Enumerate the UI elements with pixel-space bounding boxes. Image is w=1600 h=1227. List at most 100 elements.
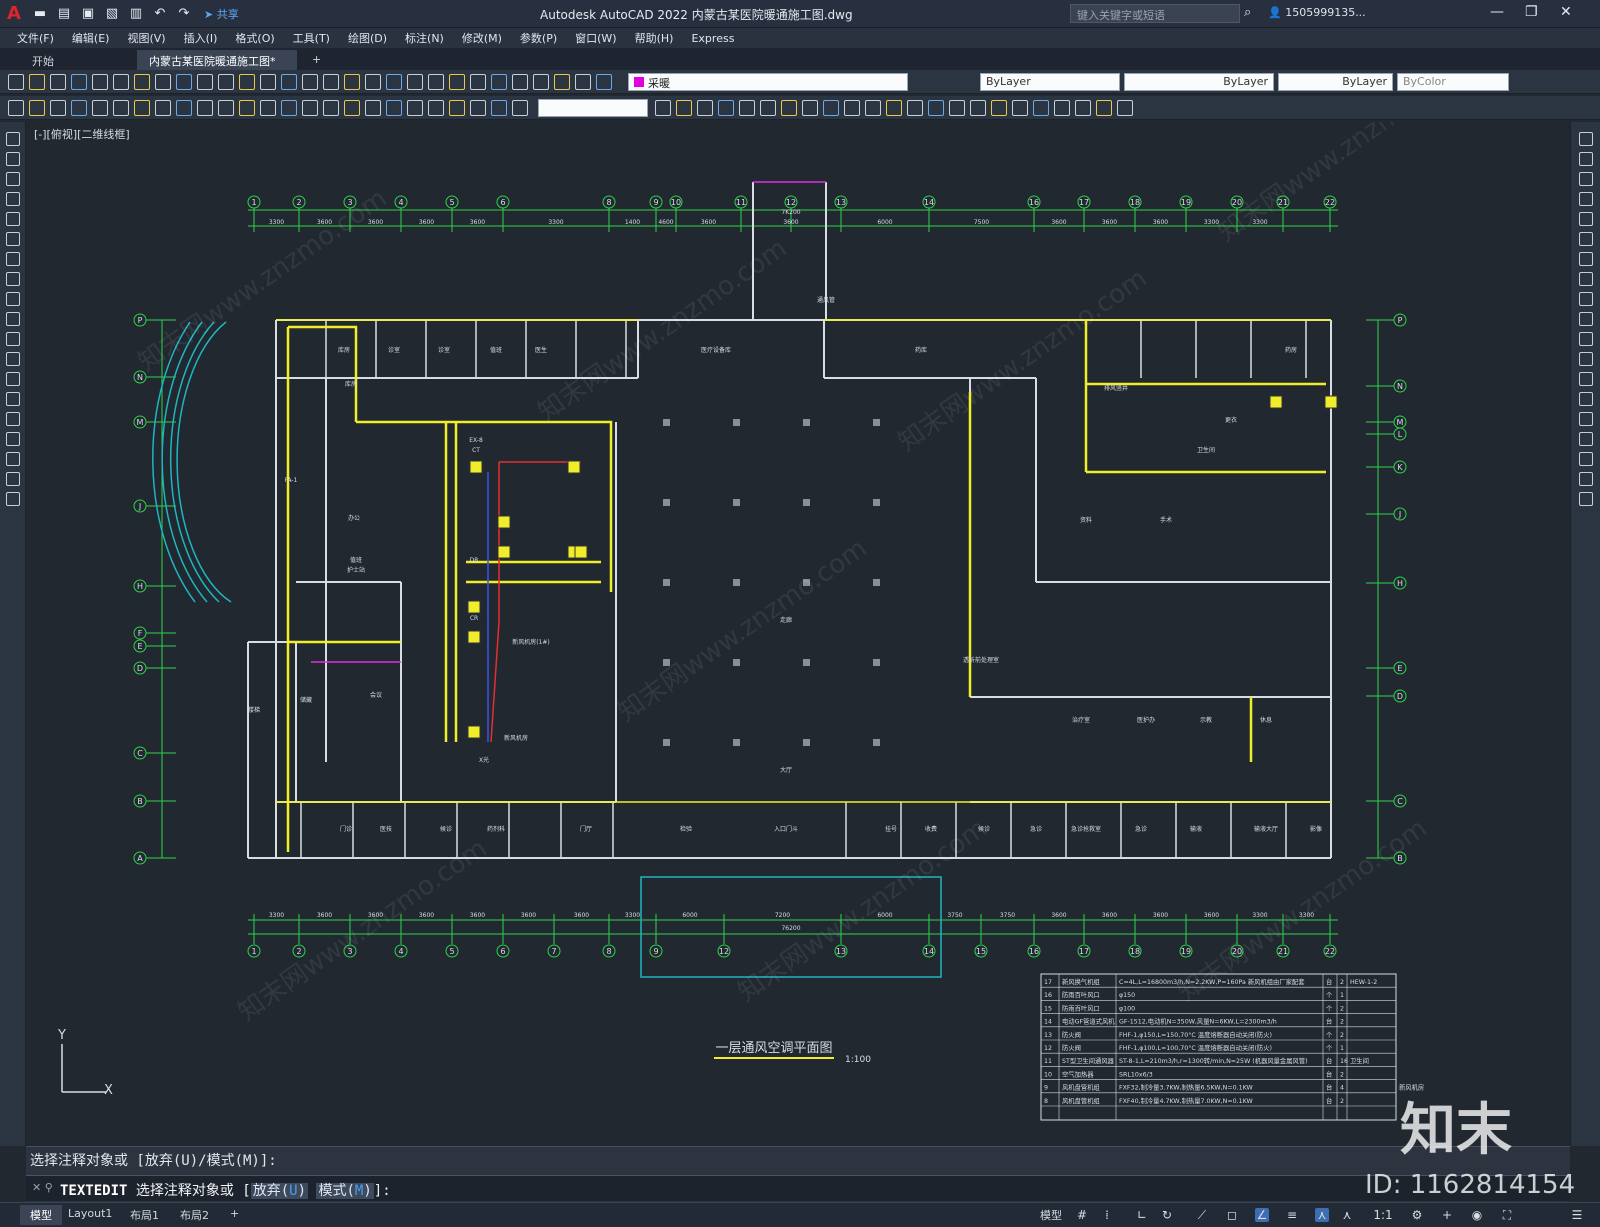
tb2-tool-icon-17[interactable]: [365, 100, 381, 116]
tb2-tool-icon-30[interactable]: [760, 100, 776, 116]
tb2-tool-icon-0[interactable]: [8, 100, 24, 116]
tb2-tool-icon-47[interactable]: [1117, 100, 1133, 116]
leftbar-icon-10[interactable]: [6, 332, 20, 346]
ortho-icon[interactable]: ∟: [1135, 1208, 1149, 1222]
leftbar-icon-3[interactable]: [6, 192, 20, 206]
user-account[interactable]: 👤 1505999135...: [1268, 6, 1366, 19]
tb2-tool-icon-33[interactable]: [823, 100, 839, 116]
tb2-tool-icon-45[interactable]: [1075, 100, 1091, 116]
menu-item-11[interactable]: 帮助(H): [626, 30, 683, 46]
tb1-tool-icon-9[interactable]: [197, 74, 213, 90]
plus-icon[interactable]: +: [1440, 1208, 1454, 1222]
tb1-tool-icon-6[interactable]: [134, 74, 150, 90]
share-button[interactable]: ➤ 共享: [204, 6, 239, 22]
tb1-tool-icon-12[interactable]: [260, 74, 276, 90]
search-input[interactable]: 键入关键字或短语: [1070, 4, 1240, 23]
fullscreen-icon[interactable]: ⛶: [1500, 1208, 1514, 1222]
tb2-tool-icon-26[interactable]: [676, 100, 692, 116]
menu-item-1[interactable]: 编辑(E): [63, 30, 119, 46]
tb1-tool-icon-19[interactable]: [407, 74, 423, 90]
redo-icon[interactable]: ↷: [173, 4, 195, 24]
tb1-tool-icon-4[interactable]: [92, 74, 108, 90]
tb2-tool-icon-23[interactable]: [491, 100, 507, 116]
leftbar-icon-11[interactable]: [6, 352, 20, 366]
option-mode[interactable]: 模式(M): [316, 1183, 374, 1199]
tab-layout-b1[interactable]: 布局1: [120, 1207, 169, 1223]
auto-scale-icon[interactable]: ⋏: [1340, 1208, 1354, 1222]
menu-item-9[interactable]: 参数(P): [511, 30, 566, 46]
minimize-icon[interactable]: —: [1490, 4, 1504, 20]
rightbar-icon-15[interactable]: [1579, 432, 1593, 446]
leftbar-icon-15[interactable]: [6, 432, 20, 446]
rightbar-icon-16[interactable]: [1579, 452, 1593, 466]
tb2-tool-icon-22[interactable]: [470, 100, 486, 116]
tb1-tool-icon-24[interactable]: [512, 74, 528, 90]
tb2-tool-icon-10[interactable]: [218, 100, 234, 116]
menu-item-2[interactable]: 视图(V): [118, 30, 174, 46]
tb2-tool-icon-13[interactable]: [281, 100, 297, 116]
tb2-tool-icon-25[interactable]: [655, 100, 671, 116]
rightbar-icon-6[interactable]: [1579, 252, 1593, 266]
rightbar-icon-8[interactable]: [1579, 292, 1593, 306]
osnap-icon[interactable]: ◻: [1225, 1208, 1239, 1222]
leftbar-icon-12[interactable]: [6, 372, 20, 386]
tb2-tool-icon-38[interactable]: [928, 100, 944, 116]
tb1-tool-icon-18[interactable]: [386, 74, 402, 90]
tb2-tool-icon-3[interactable]: [71, 100, 87, 116]
tb1-tool-icon-28[interactable]: [596, 74, 612, 90]
tb1-tool-icon-2[interactable]: [50, 74, 66, 90]
tb2-tool-icon-44[interactable]: [1054, 100, 1070, 116]
tb2-tool-icon-21[interactable]: [449, 100, 465, 116]
tb2-tool-icon-7[interactable]: [155, 100, 171, 116]
tb2-tool-icon-31[interactable]: [781, 100, 797, 116]
tb1-tool-icon-15[interactable]: [323, 74, 339, 90]
new-tab-button[interactable]: +: [300, 50, 333, 70]
grid-icon[interactable]: #: [1075, 1208, 1089, 1222]
option-undo[interactable]: 放弃(U): [250, 1183, 309, 1199]
menu-item-10[interactable]: 窗口(W): [566, 30, 625, 46]
rightbar-icon-12[interactable]: [1579, 372, 1593, 386]
rightbar-icon-1[interactable]: [1579, 152, 1593, 166]
tb1-tool-icon-20[interactable]: [428, 74, 444, 90]
tb1-tool-icon-13[interactable]: [281, 74, 297, 90]
isolate-icon[interactable]: ◉: [1470, 1208, 1484, 1222]
tb1-tool-icon-21[interactable]: [449, 74, 465, 90]
tb2-tool-icon-16[interactable]: [344, 100, 360, 116]
tb2-tool-icon-8[interactable]: [176, 100, 192, 116]
rightbar-icon-0[interactable]: [1579, 132, 1593, 146]
leftbar-icon-16[interactable]: [6, 452, 20, 466]
tb2-tool-icon-37[interactable]: [907, 100, 923, 116]
menu-item-3[interactable]: 插入(I): [175, 30, 227, 46]
tb2-tool-icon-24[interactable]: [512, 100, 528, 116]
leftbar-icon-8[interactable]: [6, 292, 20, 306]
search-icon[interactable]: ⌕: [1244, 5, 1251, 20]
rightbar-icon-10[interactable]: [1579, 332, 1593, 346]
rightbar-icon-13[interactable]: [1579, 392, 1593, 406]
tb2-tool-icon-39[interactable]: [949, 100, 965, 116]
tb1-tool-icon-7[interactable]: [155, 74, 171, 90]
rightbar-icon-7[interactable]: [1579, 272, 1593, 286]
lineweight-icon[interactable]: ≡: [1285, 1208, 1299, 1222]
plot-icon[interactable]: ▥: [125, 4, 147, 24]
tb2-tool-icon-34[interactable]: [844, 100, 860, 116]
tb2-tool-icon-29[interactable]: [739, 100, 755, 116]
plotstyle-dropdown[interactable]: ByColor: [1397, 73, 1509, 91]
model-space-button[interactable]: 模型: [1030, 1207, 1072, 1223]
tb2-tool-icon-1[interactable]: [29, 100, 45, 116]
tb2-tool-icon-14[interactable]: [302, 100, 318, 116]
leftbar-icon-6[interactable]: [6, 252, 20, 266]
tb2-tool-icon-27[interactable]: [697, 100, 713, 116]
tb2-tool-icon-35[interactable]: [865, 100, 881, 116]
leftbar-icon-1[interactable]: [6, 152, 20, 166]
rightbar-icon-14[interactable]: [1579, 412, 1593, 426]
rightbar-icon-3[interactable]: [1579, 192, 1593, 206]
tb2-tool-icon-2[interactable]: [50, 100, 66, 116]
tb2-tool-icon-36[interactable]: [886, 100, 902, 116]
menu-item-6[interactable]: 绘图(D): [339, 30, 396, 46]
open-file-icon[interactable]: ▤: [53, 4, 75, 24]
tb1-tool-icon-8[interactable]: [176, 74, 192, 90]
leftbar-icon-0[interactable]: [6, 132, 20, 146]
tab-model[interactable]: 模型: [20, 1205, 62, 1225]
rightbar-icon-18[interactable]: [1579, 492, 1593, 506]
viewport-controls[interactable]: [-][俯视][二维线框]: [34, 126, 130, 142]
